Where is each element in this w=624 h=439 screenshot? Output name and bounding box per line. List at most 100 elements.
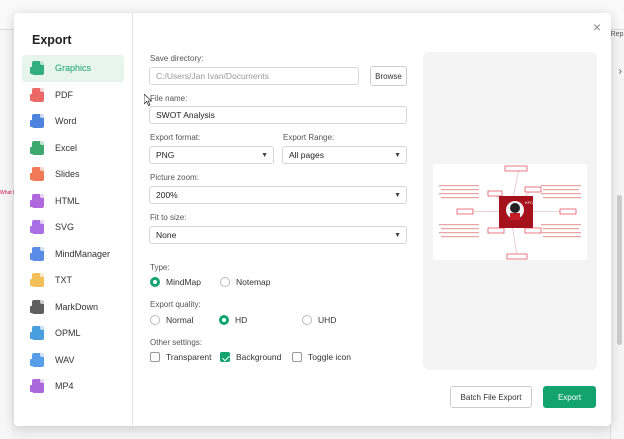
- export-range-label: Export Range:: [283, 133, 335, 142]
- quality-normal-label: Normal: [166, 315, 194, 325]
- transparent-checkbox[interactable]: Transparent: [150, 352, 212, 362]
- radio-unselected[interactable]: [150, 315, 160, 325]
- type-label: Type:: [150, 263, 170, 272]
- preview-panel: KFC: [423, 52, 597, 370]
- nav-item-pdf[interactable]: PDF: [22, 82, 124, 109]
- export-format-nav: Graphics PDF Word Excel Slides HTML SVG MindMan…: [22, 55, 124, 400]
- checkbox-checked[interactable]: [220, 352, 230, 362]
- nav-item-html[interactable]: HTML: [22, 188, 124, 215]
- quality-hd-radio[interactable]: HD: [219, 315, 247, 325]
- file-name-label: File name:: [150, 94, 188, 103]
- background-replace-label: Rep: [610, 31, 624, 38]
- caret-down-icon: ▼: [394, 232, 401, 239]
- nav-item-label: PDF: [55, 89, 73, 100]
- radio-unselected[interactable]: [302, 315, 312, 325]
- nav-item-mp4[interactable]: MP4: [22, 373, 124, 400]
- export-format-select[interactable]: PNG ▼: [149, 146, 274, 164]
- close-icon[interactable]: ×: [593, 19, 601, 35]
- background-left-strip: [0, 30, 12, 439]
- slides-file-icon: [30, 167, 44, 182]
- picture-zoom-select[interactable]: 200% ▼: [149, 186, 407, 204]
- caret-down-icon: ▼: [261, 152, 268, 159]
- nav-item-label: Word: [55, 116, 77, 127]
- dialog-title: Export: [32, 33, 72, 47]
- other-settings-label: Other settings:: [150, 338, 203, 347]
- nav-item-label: MP4: [55, 381, 74, 392]
- nav-item-wav[interactable]: WAV: [22, 347, 124, 374]
- nav-item-graphics[interactable]: Graphics: [22, 55, 124, 82]
- export-range-select[interactable]: All pages ▼: [282, 146, 407, 164]
- type-notemap-label: Notemap: [236, 277, 271, 287]
- export-dialog: × Export Graphics PDF Word Excel Slides HTML S…: [14, 13, 611, 426]
- graphics-file-icon: [30, 61, 44, 76]
- svg-file-icon: [30, 220, 44, 235]
- caret-down-icon: ▼: [394, 152, 401, 159]
- nav-item-excel[interactable]: Excel: [22, 135, 124, 162]
- nav-item-markdown[interactable]: MarkDown: [22, 294, 124, 321]
- nav-item-label: MindManager: [55, 248, 111, 259]
- excel-file-icon: [30, 140, 44, 155]
- nav-item-label: HTML: [55, 195, 80, 206]
- nav-item-label: WAV: [55, 354, 75, 365]
- svg-text:KFC: KFC: [525, 200, 533, 205]
- mindmap-preview-image: KFC: [433, 164, 587, 260]
- html-file-icon: [30, 193, 44, 208]
- radio-selected[interactable]: [150, 277, 160, 287]
- background-scrollbar[interactable]: [617, 195, 622, 345]
- caret-down-icon: ▼: [394, 192, 401, 199]
- quality-normal-radio[interactable]: Normal: [150, 315, 193, 325]
- txt-file-icon: [30, 273, 44, 288]
- picture-zoom-label: Picture zoom:: [150, 173, 199, 182]
- nav-item-txt[interactable]: TXT: [22, 267, 124, 294]
- batch-file-export-button[interactable]: Batch File Export: [450, 386, 532, 408]
- export-range-value: All pages: [289, 150, 324, 160]
- quality-uhd-radio[interactable]: UHD: [302, 315, 336, 325]
- checkbox-unchecked[interactable]: [150, 352, 160, 362]
- picture-zoom-value: 200%: [156, 190, 178, 200]
- nav-item-label: MarkDown: [55, 301, 99, 312]
- quality-uhd-label: UHD: [318, 315, 337, 325]
- nav-item-label: Excel: [55, 142, 78, 153]
- transparent-label: Transparent: [166, 352, 212, 362]
- export-quality-label: Export quality:: [150, 300, 201, 309]
- export-button[interactable]: Export: [543, 386, 596, 408]
- mindmanager-file-icon: [30, 246, 44, 261]
- word-file-icon: [30, 114, 44, 129]
- background-label: Background: [236, 352, 282, 362]
- file-name-input[interactable]: SWOT Analysis: [149, 106, 407, 124]
- background-checkbox[interactable]: Background: [220, 352, 281, 362]
- markdown-file-icon: [30, 299, 44, 314]
- chevron-right-icon[interactable]: ›: [619, 66, 622, 77]
- radio-unselected[interactable]: [220, 277, 230, 287]
- nav-item-svg[interactable]: SVG: [22, 214, 124, 241]
- save-directory-input[interactable]: C:/Users/Jan Ivan/Documents: [149, 67, 359, 85]
- save-directory-label: Save directory:: [150, 54, 204, 63]
- fit-to-size-select[interactable]: None ▼: [149, 226, 407, 244]
- nav-item-label: Graphics: [55, 63, 92, 74]
- quality-hd-label: HD: [235, 315, 248, 325]
- nav-item-opml[interactable]: OPML: [22, 320, 124, 347]
- fit-to-size-label: Fit to size:: [150, 213, 187, 222]
- export-sidebar: Export Graphics PDF Word Excel Slides HTML SVG…: [14, 13, 133, 426]
- fit-to-size-value: None: [156, 230, 177, 240]
- export-format-label: Export format:: [150, 133, 201, 142]
- toggle-icon-checkbox[interactable]: Toggle icon: [292, 352, 351, 362]
- nav-item-slides[interactable]: Slides: [22, 161, 124, 188]
- mouse-pointer-icon: [144, 94, 152, 106]
- type-mindmap-label: MindMap: [166, 277, 201, 287]
- wav-file-icon: [30, 352, 44, 367]
- nav-item-mindmanager[interactable]: MindManager: [22, 241, 124, 268]
- nav-item-label: TXT: [55, 275, 72, 286]
- nav-item-word[interactable]: Word: [22, 108, 124, 135]
- checkbox-unchecked[interactable]: [292, 352, 302, 362]
- browse-button[interactable]: Browse: [370, 66, 407, 86]
- type-notemap-radio[interactable]: Notemap: [220, 277, 271, 287]
- pdf-file-icon: [30, 87, 44, 102]
- swot-mindmap-thumbnail: KFC: [439, 165, 581, 260]
- nav-item-label: Slides: [55, 169, 80, 180]
- opml-file-icon: [30, 326, 44, 341]
- mp4-file-icon: [30, 379, 44, 394]
- radio-selected[interactable]: [219, 315, 229, 325]
- toggle-icon-label: Toggle icon: [308, 352, 352, 362]
- type-mindmap-radio[interactable]: MindMap: [150, 277, 201, 287]
